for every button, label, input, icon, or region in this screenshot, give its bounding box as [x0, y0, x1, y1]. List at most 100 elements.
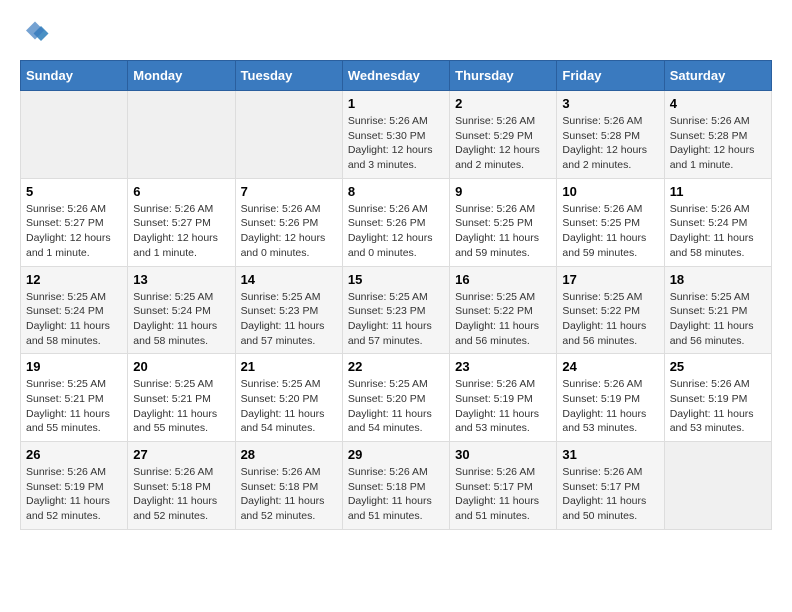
day-number: 20 [133, 359, 229, 374]
day-info: Sunrise: 5:25 AM Sunset: 5:20 PM Dayligh… [241, 377, 337, 436]
day-info: Sunrise: 5:26 AM Sunset: 5:25 PM Dayligh… [455, 202, 551, 261]
day-number: 22 [348, 359, 444, 374]
day-info: Sunrise: 5:26 AM Sunset: 5:17 PM Dayligh… [455, 465, 551, 524]
day-info: Sunrise: 5:26 AM Sunset: 5:27 PM Dayligh… [133, 202, 229, 261]
day-number: 12 [26, 272, 122, 287]
calendar-cell: 26 Sunrise: 5:26 AM Sunset: 5:19 PM Dayl… [21, 442, 128, 530]
calendar-cell: 24 Sunrise: 5:26 AM Sunset: 5:19 PM Dayl… [557, 354, 664, 442]
day-info: Sunrise: 5:26 AM Sunset: 5:28 PM Dayligh… [562, 114, 658, 173]
day-info: Sunrise: 5:26 AM Sunset: 5:19 PM Dayligh… [455, 377, 551, 436]
logo-icon [20, 20, 50, 50]
day-number: 25 [670, 359, 766, 374]
calendar-cell: 23 Sunrise: 5:26 AM Sunset: 5:19 PM Dayl… [450, 354, 557, 442]
day-info: Sunrise: 5:26 AM Sunset: 5:24 PM Dayligh… [670, 202, 766, 261]
day-number: 23 [455, 359, 551, 374]
calendar-week-3: 12 Sunrise: 5:25 AM Sunset: 5:24 PM Dayl… [21, 266, 772, 354]
day-info: Sunrise: 5:25 AM Sunset: 5:23 PM Dayligh… [348, 290, 444, 349]
calendar-cell: 7 Sunrise: 5:26 AM Sunset: 5:26 PM Dayli… [235, 178, 342, 266]
day-number: 18 [670, 272, 766, 287]
day-info: Sunrise: 5:25 AM Sunset: 5:21 PM Dayligh… [26, 377, 122, 436]
day-info: Sunrise: 5:25 AM Sunset: 5:22 PM Dayligh… [455, 290, 551, 349]
calendar-cell: 31 Sunrise: 5:26 AM Sunset: 5:17 PM Dayl… [557, 442, 664, 530]
day-number: 29 [348, 447, 444, 462]
calendar-cell: 16 Sunrise: 5:25 AM Sunset: 5:22 PM Dayl… [450, 266, 557, 354]
day-number: 14 [241, 272, 337, 287]
calendar-cell: 3 Sunrise: 5:26 AM Sunset: 5:28 PM Dayli… [557, 91, 664, 179]
day-number: 21 [241, 359, 337, 374]
day-info: Sunrise: 5:26 AM Sunset: 5:26 PM Dayligh… [241, 202, 337, 261]
day-info: Sunrise: 5:25 AM Sunset: 5:20 PM Dayligh… [348, 377, 444, 436]
day-info: Sunrise: 5:26 AM Sunset: 5:18 PM Dayligh… [241, 465, 337, 524]
day-number: 19 [26, 359, 122, 374]
day-number: 3 [562, 96, 658, 111]
calendar-cell [128, 91, 235, 179]
calendar-cell: 1 Sunrise: 5:26 AM Sunset: 5:30 PM Dayli… [342, 91, 449, 179]
day-number: 30 [455, 447, 551, 462]
logo [20, 20, 54, 50]
calendar-cell: 30 Sunrise: 5:26 AM Sunset: 5:17 PM Dayl… [450, 442, 557, 530]
calendar-cell: 20 Sunrise: 5:25 AM Sunset: 5:21 PM Dayl… [128, 354, 235, 442]
day-number: 8 [348, 184, 444, 199]
calendar-cell: 27 Sunrise: 5:26 AM Sunset: 5:18 PM Dayl… [128, 442, 235, 530]
calendar-cell: 13 Sunrise: 5:25 AM Sunset: 5:24 PM Dayl… [128, 266, 235, 354]
day-number: 11 [670, 184, 766, 199]
calendar-cell: 22 Sunrise: 5:25 AM Sunset: 5:20 PM Dayl… [342, 354, 449, 442]
calendar-cell: 12 Sunrise: 5:25 AM Sunset: 5:24 PM Dayl… [21, 266, 128, 354]
day-number: 28 [241, 447, 337, 462]
calendar-cell: 18 Sunrise: 5:25 AM Sunset: 5:21 PM Dayl… [664, 266, 771, 354]
day-number: 27 [133, 447, 229, 462]
day-number: 24 [562, 359, 658, 374]
calendar-cell: 8 Sunrise: 5:26 AM Sunset: 5:26 PM Dayli… [342, 178, 449, 266]
day-info: Sunrise: 5:26 AM Sunset: 5:27 PM Dayligh… [26, 202, 122, 261]
day-number: 13 [133, 272, 229, 287]
day-info: Sunrise: 5:26 AM Sunset: 5:17 PM Dayligh… [562, 465, 658, 524]
calendar-week-5: 26 Sunrise: 5:26 AM Sunset: 5:19 PM Dayl… [21, 442, 772, 530]
day-number: 10 [562, 184, 658, 199]
day-info: Sunrise: 5:25 AM Sunset: 5:24 PM Dayligh… [26, 290, 122, 349]
weekday-row: SundayMondayTuesdayWednesdayThursdayFrid… [21, 61, 772, 91]
weekday-header-tuesday: Tuesday [235, 61, 342, 91]
day-info: Sunrise: 5:25 AM Sunset: 5:21 PM Dayligh… [670, 290, 766, 349]
calendar-week-4: 19 Sunrise: 5:25 AM Sunset: 5:21 PM Dayl… [21, 354, 772, 442]
calendar-cell: 9 Sunrise: 5:26 AM Sunset: 5:25 PM Dayli… [450, 178, 557, 266]
day-info: Sunrise: 5:26 AM Sunset: 5:28 PM Dayligh… [670, 114, 766, 173]
day-number: 7 [241, 184, 337, 199]
calendar-cell: 14 Sunrise: 5:25 AM Sunset: 5:23 PM Dayl… [235, 266, 342, 354]
weekday-header-wednesday: Wednesday [342, 61, 449, 91]
calendar-week-2: 5 Sunrise: 5:26 AM Sunset: 5:27 PM Dayli… [21, 178, 772, 266]
day-number: 6 [133, 184, 229, 199]
weekday-header-friday: Friday [557, 61, 664, 91]
day-info: Sunrise: 5:25 AM Sunset: 5:24 PM Dayligh… [133, 290, 229, 349]
day-info: Sunrise: 5:26 AM Sunset: 5:26 PM Dayligh… [348, 202, 444, 261]
day-number: 2 [455, 96, 551, 111]
calendar-cell: 21 Sunrise: 5:25 AM Sunset: 5:20 PM Dayl… [235, 354, 342, 442]
calendar-week-1: 1 Sunrise: 5:26 AM Sunset: 5:30 PM Dayli… [21, 91, 772, 179]
day-info: Sunrise: 5:26 AM Sunset: 5:19 PM Dayligh… [562, 377, 658, 436]
weekday-header-monday: Monday [128, 61, 235, 91]
day-info: Sunrise: 5:26 AM Sunset: 5:19 PM Dayligh… [670, 377, 766, 436]
day-info: Sunrise: 5:26 AM Sunset: 5:25 PM Dayligh… [562, 202, 658, 261]
calendar-cell: 28 Sunrise: 5:26 AM Sunset: 5:18 PM Dayl… [235, 442, 342, 530]
calendar-cell: 17 Sunrise: 5:25 AM Sunset: 5:22 PM Dayl… [557, 266, 664, 354]
calendar-cell: 11 Sunrise: 5:26 AM Sunset: 5:24 PM Dayl… [664, 178, 771, 266]
day-info: Sunrise: 5:26 AM Sunset: 5:30 PM Dayligh… [348, 114, 444, 173]
day-info: Sunrise: 5:26 AM Sunset: 5:29 PM Dayligh… [455, 114, 551, 173]
weekday-header-thursday: Thursday [450, 61, 557, 91]
calendar-cell: 29 Sunrise: 5:26 AM Sunset: 5:18 PM Dayl… [342, 442, 449, 530]
calendar-cell: 5 Sunrise: 5:26 AM Sunset: 5:27 PM Dayli… [21, 178, 128, 266]
day-number: 5 [26, 184, 122, 199]
calendar-cell: 19 Sunrise: 5:25 AM Sunset: 5:21 PM Dayl… [21, 354, 128, 442]
day-number: 17 [562, 272, 658, 287]
calendar-cell: 6 Sunrise: 5:26 AM Sunset: 5:27 PM Dayli… [128, 178, 235, 266]
weekday-header-sunday: Sunday [21, 61, 128, 91]
day-info: Sunrise: 5:25 AM Sunset: 5:22 PM Dayligh… [562, 290, 658, 349]
calendar-cell: 25 Sunrise: 5:26 AM Sunset: 5:19 PM Dayl… [664, 354, 771, 442]
day-info: Sunrise: 5:26 AM Sunset: 5:19 PM Dayligh… [26, 465, 122, 524]
calendar-table: SundayMondayTuesdayWednesdayThursdayFrid… [20, 60, 772, 530]
page-header [20, 20, 772, 50]
weekday-header-saturday: Saturday [664, 61, 771, 91]
calendar-cell: 2 Sunrise: 5:26 AM Sunset: 5:29 PM Dayli… [450, 91, 557, 179]
day-info: Sunrise: 5:25 AM Sunset: 5:21 PM Dayligh… [133, 377, 229, 436]
day-number: 4 [670, 96, 766, 111]
calendar-cell: 10 Sunrise: 5:26 AM Sunset: 5:25 PM Dayl… [557, 178, 664, 266]
